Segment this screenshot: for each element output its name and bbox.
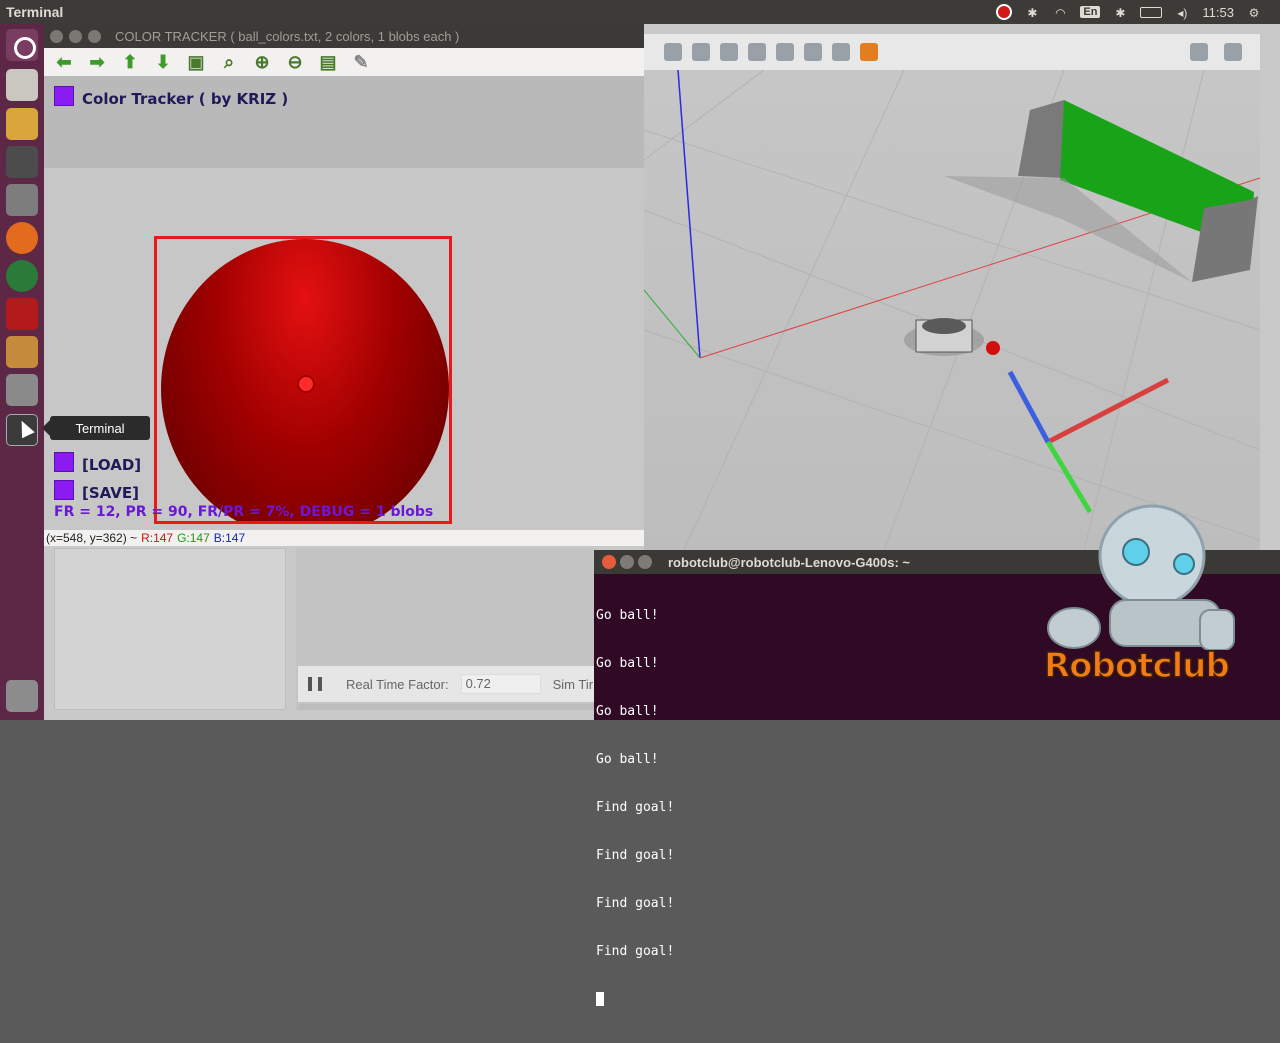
screenshot-icon[interactable]	[1190, 43, 1208, 61]
package-icon[interactable]	[6, 336, 38, 368]
terminal-close-button[interactable]	[602, 555, 616, 569]
tracker-coord-bar: (x=548, y=362) ~ R:147 G:147 B:147	[44, 530, 644, 546]
zoom-out-icon[interactable]: ⊖	[285, 52, 305, 72]
top-panel: Terminal ✱ ◠ En ✱ ◂) 11:53 ⚙	[0, 0, 1280, 24]
printer-icon[interactable]	[6, 146, 38, 178]
terminal-line: Go ball!	[596, 704, 659, 719]
settings-gear-icon[interactable]: ⚙	[1246, 6, 1262, 20]
snap-icon[interactable]	[832, 43, 850, 61]
robotclub-logo-text: Robotclub	[1043, 645, 1230, 687]
zoom-in-icon[interactable]: ⊕	[252, 52, 272, 72]
clock[interactable]: 11:53	[1202, 5, 1234, 20]
color-tracker-window: COLOR TRACKER ( ball_colors.txt, 2 color…	[44, 24, 644, 546]
minimize-button[interactable]	[69, 29, 82, 43]
dash-home-icon[interactable]	[6, 29, 38, 61]
real-time-factor-label: Real Time Factor:	[346, 676, 449, 692]
launcher	[0, 24, 44, 720]
robotclub-logo: Robotclub	[1040, 500, 1260, 700]
cursor-coords: (x=548, y=362) ~	[46, 531, 138, 545]
color-swatch	[54, 86, 74, 106]
shape-dropdown-icon[interactable]	[860, 43, 878, 61]
blob-bounding-box	[154, 236, 452, 524]
firefox-icon[interactable]	[6, 222, 38, 254]
pause-icon[interactable]	[308, 677, 322, 691]
terminal-line: Go ball!	[596, 752, 659, 767]
terminal-minimize-button[interactable]	[620, 555, 634, 569]
system-tray: ✱ ◠ En ✱ ◂) 11:53 ⚙	[996, 4, 1280, 20]
tracker-window-title: COLOR TRACKER ( ball_colors.txt, 2 color…	[115, 28, 460, 44]
image-icon[interactable]: ▣	[186, 52, 206, 72]
terminal-maximize-button[interactable]	[638, 555, 652, 569]
sim-time-label: Sim Tir	[552, 676, 594, 692]
pixel-blue-value: B:147	[213, 531, 246, 545]
zoom-fit-icon[interactable]: ⌕	[219, 52, 239, 72]
y-axis-line	[644, 289, 701, 359]
bluetooth-secondary-icon[interactable]: ✱	[1112, 6, 1128, 20]
arrow-down-icon[interactable]: ⬇	[153, 52, 173, 72]
load-swatch[interactable]	[54, 452, 74, 472]
terminal-line: Find goal!	[596, 896, 675, 911]
gazebo-status-bar: Real Time Factor: 0.72 Sim Tir	[298, 666, 598, 702]
save-swatch[interactable]	[54, 480, 74, 500]
gazebo-3d-viewport[interactable]	[644, 70, 1260, 550]
point-light-icon[interactable]	[692, 43, 710, 61]
bluetooth-icon[interactable]: ✱	[1024, 6, 1040, 20]
robot-mascot-icon	[1047, 504, 1235, 651]
tracker-image-canvas[interactable]: Color Tracker ( by KRIZ ) [LOAD] [SAVE] …	[44, 76, 644, 530]
terminal-line: Find goal!	[596, 848, 675, 863]
spot-light-icon[interactable]	[720, 43, 738, 61]
terminal-line: Find goal!	[596, 944, 675, 959]
record-log-icon[interactable]	[1224, 43, 1242, 61]
gazebo-side-panel	[54, 548, 286, 710]
web-browser-icon[interactable]	[6, 260, 38, 292]
arrow-right-icon[interactable]: ➡	[87, 52, 107, 72]
volume-icon[interactable]: ◂)	[1174, 6, 1190, 20]
arrow-left-icon[interactable]: ⬅	[54, 52, 74, 72]
copy-icon[interactable]	[748, 43, 766, 61]
scene-render	[644, 70, 1260, 550]
align-icon[interactable]	[804, 43, 822, 61]
record-indicator-icon[interactable]	[996, 4, 1013, 20]
tracker-stats: FR = 12, PR = 90, FR/PR = 7%, DEBUG = 1 …	[54, 504, 434, 520]
help-icon[interactable]	[6, 374, 38, 406]
trash-icon[interactable]	[6, 680, 38, 712]
z-axis-line	[677, 70, 701, 359]
tracker-titlebar[interactable]: COLOR TRACKER ( ball_colors.txt, 2 color…	[44, 24, 644, 48]
save-button[interactable]: [SAVE]	[82, 484, 139, 502]
keyboard-layout-indicator[interactable]: En	[1080, 6, 1101, 18]
gazebo-scrollbar[interactable]	[298, 704, 594, 710]
red-ball	[986, 341, 1000, 355]
terminal-title: robotclub@robotclub-Lenovo-G400s: ~	[668, 554, 910, 570]
tracked-ball	[161, 239, 449, 521]
gazebo-toolbar	[644, 34, 1260, 70]
active-app-title: Terminal	[6, 4, 64, 20]
save-icon[interactable]: ▤	[318, 52, 338, 72]
goal-model	[944, 100, 1258, 282]
pixel-red-value: R:147	[141, 531, 174, 545]
blob-centroid-marker	[297, 375, 315, 393]
user-app-icon[interactable]	[6, 184, 38, 216]
tracker-toolbar: ⬅ ➡ ⬆ ⬇ ▣ ⌕ ⊕ ⊖ ▤ ✎	[44, 48, 644, 76]
terminal-cursor	[596, 992, 604, 1006]
arrow-up-icon[interactable]: ⬆	[120, 52, 140, 72]
load-button[interactable]: [LOAD]	[82, 456, 141, 474]
launcher-tooltip: Terminal	[42, 416, 150, 440]
terminal-line: Find goal!	[596, 800, 675, 815]
media-app-icon[interactable]	[6, 298, 38, 330]
maximize-button[interactable]	[88, 29, 101, 43]
tracker-header-label: Color Tracker ( by KRIZ )	[82, 90, 289, 108]
sun-light-icon[interactable]	[664, 43, 682, 61]
battery-icon[interactable]	[1140, 6, 1163, 18]
brush-icon[interactable]: ✎	[351, 52, 371, 72]
files-icon[interactable]	[6, 69, 38, 101]
robot-model	[904, 318, 984, 356]
paste-icon[interactable]	[776, 43, 794, 61]
wifi-icon[interactable]: ◠	[1052, 6, 1068, 20]
real-time-factor-value: 0.72	[460, 674, 541, 694]
pixel-green-value: G:147	[177, 531, 210, 545]
folder-icon[interactable]	[6, 108, 38, 140]
close-button[interactable]	[50, 29, 63, 43]
